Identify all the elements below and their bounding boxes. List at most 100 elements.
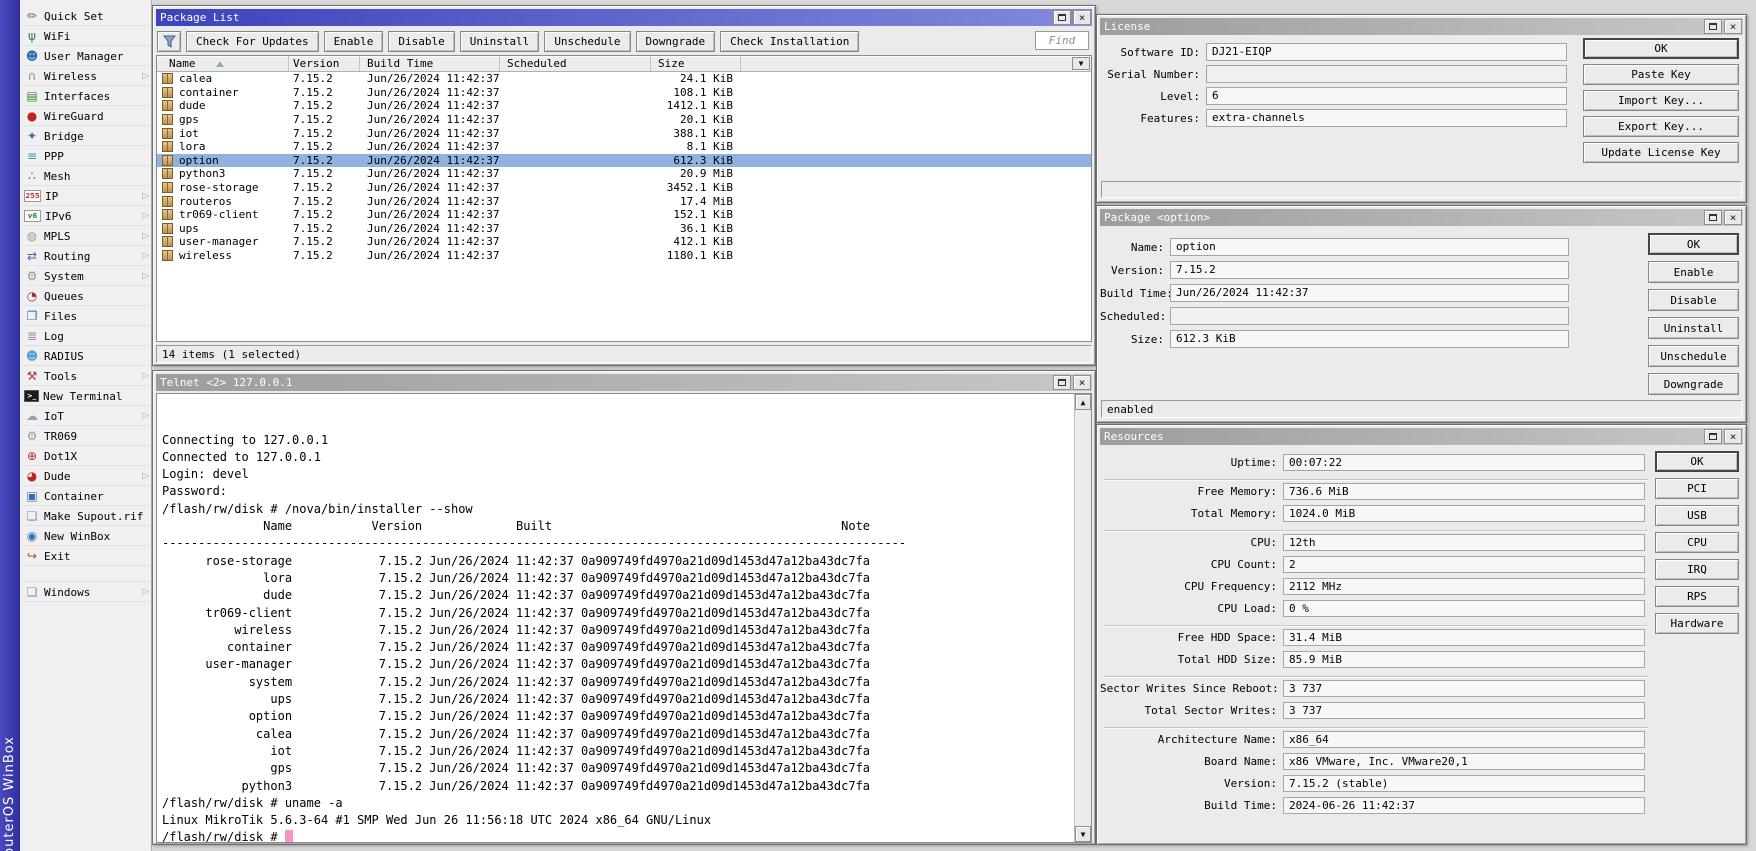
cpu-frequency-field[interactable]: 2112 MHz [1283,578,1645,595]
scheduled-field[interactable] [1170,307,1569,325]
name-field[interactable]: option [1170,238,1569,256]
cpu-button[interactable]: CPU [1655,532,1739,553]
import-key-button[interactable]: Import Key... [1583,90,1739,111]
column-header-name[interactable]: Name [157,56,289,71]
table-row-gps[interactable]: gps7.15.2Jun/26/2024 11:42:3720.1 KiB [157,113,1091,127]
enable-button[interactable]: Enable [324,31,384,52]
table-row-container[interactable]: container7.15.2Jun/26/2024 11:42:37108.1… [157,86,1091,100]
disable-button[interactable]: Disable [388,31,454,52]
package-list-titlebar[interactable]: Package List × [156,9,1092,26]
maximize-button[interactable] [1704,429,1722,444]
free-memory-field[interactable]: 736.6 MiB [1283,483,1645,500]
total-memory-field[interactable]: 1024.0 MiB [1283,505,1645,522]
irq-button[interactable]: IRQ [1655,559,1739,580]
maximize-button[interactable] [1704,19,1722,34]
version-field[interactable]: 7.15.2 (stable) [1283,775,1645,792]
paste-key-button[interactable]: Paste Key [1583,64,1739,85]
check-installation-button[interactable]: Check Installation [720,31,859,52]
table-row-tr069-client[interactable]: tr069-client7.15.2Jun/26/2024 11:42:3715… [157,208,1091,222]
sidebar-item-tr069[interactable]: ⚙TR069 [20,426,151,446]
usb-button[interactable]: USB [1655,505,1739,526]
close-icon[interactable]: × [1073,375,1091,390]
sidebar-item-make-supout-rif[interactable]: ❏Make Supout.rif [20,506,151,526]
sidebar-item-container[interactable]: ▣Container [20,486,151,506]
total-sector-writes-field[interactable]: 3 737 [1283,702,1645,719]
export-key-button[interactable]: Export Key... [1583,116,1739,137]
sidebar-item-bridge[interactable]: ✦Bridge [20,126,151,146]
software-id-field[interactable]: DJ21-EIQP [1206,43,1567,61]
serial-number-field[interactable] [1206,65,1567,83]
terminal-area[interactable]: Connecting to 127.0.0.1Connected to 127.… [156,393,1092,843]
table-row-iot[interactable]: iot7.15.2Jun/26/2024 11:42:37388.1 KiB [157,126,1091,140]
column-header-build-time[interactable]: Build Time [360,56,500,71]
sidebar-item-wifi[interactable]: ψWiFi [20,26,151,46]
ok-button[interactable]: OK [1655,451,1739,472]
sidebar-item-wireless[interactable]: ∩Wireless▷ [20,66,151,86]
uninstall-button[interactable]: Uninstall [460,31,540,52]
rps-button[interactable]: RPS [1655,586,1739,607]
sidebar-item-new-terminal[interactable]: >_New Terminal [20,386,151,406]
maximize-button[interactable] [1053,375,1071,390]
check-for-updates-button[interactable]: Check For Updates [186,31,319,52]
sidebar-item-wireguard[interactable]: ●WireGuard [20,106,151,126]
resources-titlebar[interactable]: Resources × [1100,428,1743,445]
scroll-down-icon[interactable]: ▼ [1075,826,1091,842]
close-icon[interactable]: × [1073,10,1091,25]
sidebar-item-new-winbox[interactable]: ◉New WinBox [20,526,151,546]
ok-button[interactable]: OK [1648,233,1739,255]
sidebar-item-ip[interactable]: 255IP▷ [20,186,151,206]
build-time-field[interactable]: Jun/26/2024 11:42:37 [1170,284,1569,302]
sidebar-item-queues[interactable]: ◔Queues [20,286,151,306]
column-header-version[interactable]: Version [289,56,360,71]
table-row-dude[interactable]: dude7.15.2Jun/26/2024 11:42:371412.1 KiB [157,99,1091,113]
downgrade-button[interactable]: Downgrade [1648,373,1739,395]
terminal-scrollbar[interactable]: ▲ ▼ [1074,394,1091,842]
column-header-scheduled[interactable]: Scheduled [500,56,651,71]
find-box[interactable]: Find [1035,31,1089,50]
sidebar-item-user-manager[interactable]: ☻User Manager [20,46,151,66]
sidebar-item-tools[interactable]: ⚒Tools▷ [20,366,151,386]
enable-button[interactable]: Enable [1648,261,1739,283]
sidebar-item-ppp[interactable]: ≡PPP [20,146,151,166]
telnet-titlebar[interactable]: Telnet <2> 127.0.0.1 × [156,374,1092,391]
sidebar-item-exit[interactable]: ↪Exit [20,546,151,566]
sidebar-item-quick-set[interactable]: ✏Quick Set [20,6,151,26]
column-menu-button[interactable]: ▼ [1072,57,1090,70]
sector-writes-since-reboot-field[interactable]: 3 737 [1283,680,1645,697]
board-name-field[interactable]: x86 VMware, Inc. VMware20,1 [1283,753,1645,770]
table-row-lora[interactable]: lora7.15.2Jun/26/2024 11:42:378.1 KiB [157,140,1091,154]
cpu-field[interactable]: 12th [1283,534,1645,551]
unschedule-button[interactable]: Unschedule [1648,345,1739,367]
update-license-key-button[interactable]: Update License Key [1583,142,1739,163]
table-row-calea[interactable]: calea7.15.2Jun/26/2024 11:42:3724.1 KiB [157,72,1091,86]
table-row-rose-storage[interactable]: rose-storage7.15.2Jun/26/2024 11:42:3734… [157,181,1091,195]
table-row-python3[interactable]: python37.15.2Jun/26/2024 11:42:3720.9 Mi… [157,167,1091,181]
build-time-field[interactable]: 2024-06-26 11:42:37 [1283,797,1645,814]
sidebar-item-system[interactable]: ⚙System▷ [20,266,151,286]
sidebar-item-interfaces[interactable]: ▤Interfaces [20,86,151,106]
features-field[interactable]: extra-channels [1206,109,1567,127]
table-row-user-manager[interactable]: user-manager7.15.2Jun/26/2024 11:42:3741… [157,235,1091,249]
level-field[interactable]: 6 [1206,87,1567,105]
table-row-ups[interactable]: ups7.15.2Jun/26/2024 11:42:3736.1 KiB [157,222,1091,236]
version-field[interactable]: 7.15.2 [1170,261,1569,279]
close-icon[interactable]: × [1724,210,1742,225]
sidebar-item-mesh[interactable]: ∴Mesh [20,166,151,186]
total-hdd-size-field[interactable]: 85.9 MiB [1283,651,1645,668]
downgrade-button[interactable]: Downgrade [636,31,716,52]
sidebar-item-mpls[interactable]: ◍MPLS▷ [20,226,151,246]
sidebar-item-log[interactable]: ≣Log [20,326,151,346]
table-row-option[interactable]: option7.15.2Jun/26/2024 11:42:37612.3 Ki… [157,154,1091,168]
sidebar-item-dot1x[interactable]: ⊕Dot1X [20,446,151,466]
sidebar-item-windows[interactable]: ❏Windows▷ [20,582,151,602]
size-field[interactable]: 612.3 KiB [1170,330,1569,348]
architecture-name-field[interactable]: x86_64 [1283,731,1645,748]
pci-button[interactable]: PCI [1655,478,1739,499]
disable-button[interactable]: Disable [1648,289,1739,311]
maximize-button[interactable] [1053,10,1071,25]
sidebar-item-routing[interactable]: ⇄Routing▷ [20,246,151,266]
uninstall-button[interactable]: Uninstall [1648,317,1739,339]
cpu-count-field[interactable]: 2 [1283,556,1645,573]
uptime-field[interactable]: 00:07:22 [1283,454,1645,471]
sidebar-item-files[interactable]: ❐Files [20,306,151,326]
